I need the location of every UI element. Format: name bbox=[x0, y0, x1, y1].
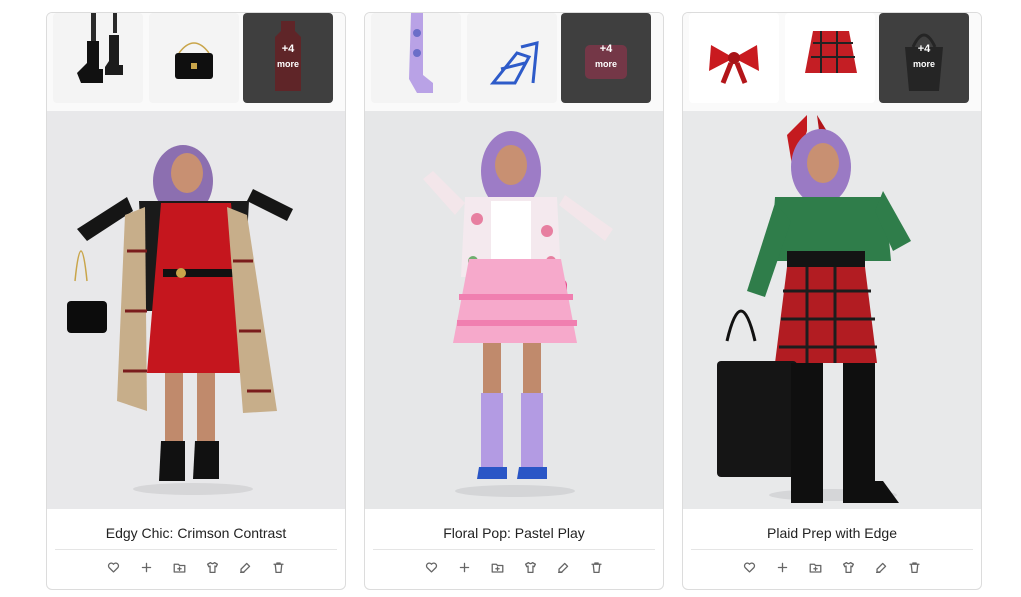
edit-button[interactable] bbox=[238, 559, 254, 575]
favorite-button[interactable] bbox=[742, 559, 758, 575]
edit-icon bbox=[875, 562, 887, 573]
more-count: +4 bbox=[599, 43, 613, 55]
more-items-button[interactable]: +4 more bbox=[243, 13, 333, 103]
plus-icon bbox=[459, 562, 470, 572]
outfit-title: Plaid Prep with Edge bbox=[767, 525, 897, 541]
outfit-photo[interactable] bbox=[365, 111, 663, 509]
trash-icon bbox=[591, 561, 602, 573]
edit-button[interactable] bbox=[556, 559, 572, 575]
divider bbox=[373, 549, 655, 550]
folder-plus-icon bbox=[491, 563, 504, 573]
divider bbox=[691, 549, 973, 550]
heart-icon bbox=[107, 561, 120, 573]
item-thumbnail-skirt[interactable] bbox=[785, 13, 875, 103]
shirt-icon bbox=[206, 561, 219, 573]
more-items-button[interactable]: +4 more bbox=[561, 13, 651, 103]
heart-icon bbox=[425, 561, 438, 573]
try-on-button[interactable] bbox=[841, 559, 857, 575]
outfit-photo[interactable] bbox=[683, 111, 981, 509]
trash-icon bbox=[273, 561, 284, 573]
item-thumbnail-socks[interactable] bbox=[371, 13, 461, 103]
favorite-button[interactable] bbox=[106, 559, 122, 575]
edit-icon bbox=[557, 562, 569, 573]
outfit-actions bbox=[365, 559, 663, 575]
folder-plus-icon bbox=[173, 563, 186, 573]
item-thumbnail-boots[interactable] bbox=[53, 13, 143, 103]
add-button[interactable] bbox=[457, 559, 473, 575]
delete-button[interactable] bbox=[271, 559, 287, 575]
heart-icon bbox=[743, 561, 756, 573]
edit-icon bbox=[239, 562, 251, 573]
shirt-icon bbox=[524, 561, 537, 573]
outfit-actions bbox=[683, 559, 981, 575]
add-to-collection-button[interactable] bbox=[808, 559, 824, 575]
outfit-items-strip: +4 more bbox=[365, 13, 663, 111]
more-label: more bbox=[276, 59, 299, 69]
add-button[interactable] bbox=[775, 559, 791, 575]
favorite-button[interactable] bbox=[424, 559, 440, 575]
trash-icon bbox=[909, 561, 920, 573]
outfit-items-strip: +4 more bbox=[683, 13, 981, 111]
outfit-photo[interactable] bbox=[47, 111, 345, 509]
folder-plus-icon bbox=[809, 563, 822, 573]
plus-icon bbox=[141, 562, 152, 572]
delete-button[interactable] bbox=[589, 559, 605, 575]
add-to-collection-button[interactable] bbox=[172, 559, 188, 575]
add-to-collection-button[interactable] bbox=[490, 559, 506, 575]
shirt-icon bbox=[842, 561, 855, 573]
more-label: more bbox=[912, 59, 935, 69]
item-thumbnail-bag[interactable] bbox=[149, 13, 239, 103]
more-items-button[interactable]: +4 more bbox=[879, 13, 969, 103]
outfit-title: Edgy Chic: Crimson Contrast bbox=[105, 525, 287, 541]
item-thumbnail-bow[interactable] bbox=[689, 13, 779, 103]
outfit-card[interactable]: +4 more bbox=[682, 12, 982, 590]
more-count: +4 bbox=[917, 43, 931, 55]
more-label: more bbox=[594, 59, 617, 69]
more-count: +4 bbox=[281, 43, 295, 55]
try-on-button[interactable] bbox=[205, 559, 221, 575]
edit-button[interactable] bbox=[874, 559, 890, 575]
add-button[interactable] bbox=[139, 559, 155, 575]
plus-icon bbox=[777, 562, 788, 572]
try-on-button[interactable] bbox=[523, 559, 539, 575]
divider bbox=[55, 549, 337, 550]
outfit-actions bbox=[47, 559, 345, 575]
outfit-card[interactable]: +4 more bbox=[364, 12, 664, 590]
outfit-items-strip: +4 more bbox=[47, 13, 345, 111]
delete-button[interactable] bbox=[907, 559, 923, 575]
outfit-title: Floral Pop: Pastel Play bbox=[443, 525, 585, 541]
item-thumbnail-heels[interactable] bbox=[467, 13, 557, 103]
outfit-card[interactable]: +4 more bbox=[46, 12, 346, 590]
